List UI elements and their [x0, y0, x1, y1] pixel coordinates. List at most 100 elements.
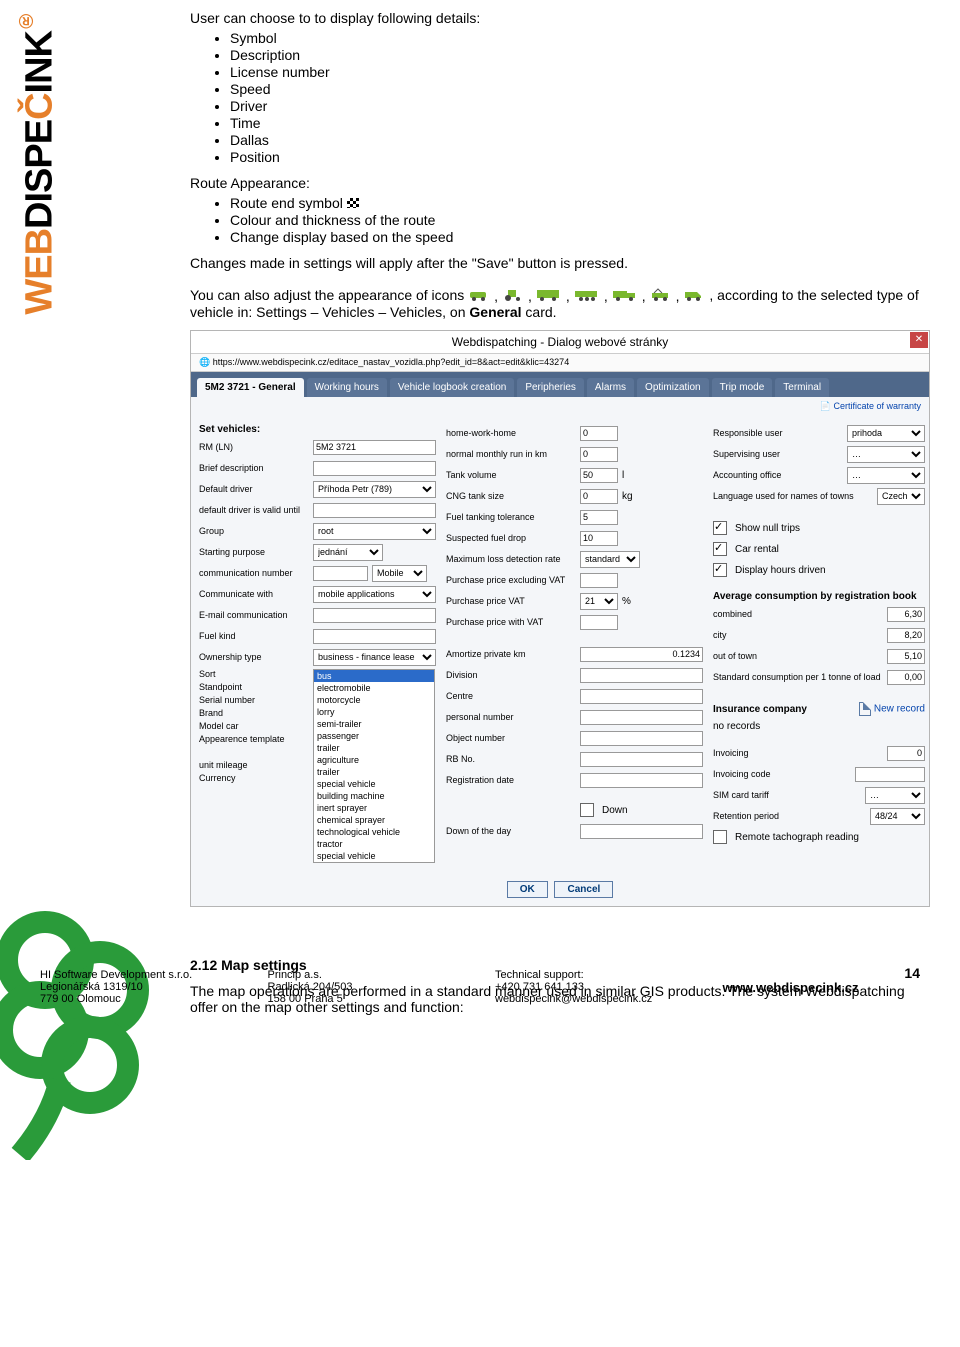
- list-item: Symbol: [230, 30, 930, 46]
- page-footer: HI Software Development s.r.o.Legionářsk…: [0, 969, 960, 1005]
- comm-number-input[interactable]: [313, 566, 368, 581]
- special-vehicle-icon: [650, 288, 672, 302]
- new-record-icon: [859, 702, 871, 716]
- sort-listbox[interactable]: bus electromobilemotorcycle lorrysemi-tr…: [313, 669, 435, 863]
- tab-trip-mode[interactable]: Trip mode: [712, 378, 773, 397]
- ok-button[interactable]: OK: [507, 881, 548, 898]
- dialog-buttons: OK Cancel: [191, 873, 929, 906]
- avg-city-input[interactable]: [887, 628, 925, 643]
- paragraph: Route Appearance:: [190, 175, 930, 191]
- ft-input[interactable]: [580, 510, 618, 525]
- object-num-input[interactable]: [580, 731, 703, 746]
- accounting-select[interactable]: …: [847, 467, 925, 484]
- tab-working-hours[interactable]: Working hours: [307, 378, 387, 397]
- list-item: Route end symbol: [230, 195, 930, 211]
- centre-input[interactable]: [580, 689, 703, 704]
- personal-num-input[interactable]: [580, 710, 703, 725]
- tab-alarms[interactable]: Alarms: [587, 378, 634, 397]
- resp-user-select[interactable]: prihoda: [847, 425, 925, 442]
- avg-out-input[interactable]: [887, 649, 925, 664]
- driver-valid-input[interactable]: [313, 503, 436, 518]
- insurance-header: Insurance company: [713, 704, 855, 715]
- group-select[interactable]: root: [313, 523, 436, 540]
- remote-tacho-checkbox[interactable]: [713, 830, 727, 844]
- hwh-input[interactable]: [580, 426, 618, 441]
- list-item: Position: [230, 149, 930, 165]
- list-item: Colour and thickness of the route: [230, 212, 930, 228]
- down-day-input[interactable]: [580, 824, 703, 839]
- down-checkbox[interactable]: [580, 803, 594, 817]
- ownership-select[interactable]: business - finance lease: [313, 649, 436, 666]
- cng-input[interactable]: [580, 489, 618, 504]
- certificate-link[interactable]: 📄 Certificate of warranty: [191, 397, 929, 414]
- nmr-input[interactable]: [580, 447, 618, 462]
- invoicing-input[interactable]: [887, 746, 925, 761]
- sf-input[interactable]: [580, 531, 618, 546]
- sim-tariff-select[interactable]: …: [865, 787, 925, 804]
- tab-general[interactable]: 5M2 3721 - General: [197, 378, 304, 397]
- car-icon: [468, 288, 490, 302]
- appearance-list: Route end symbol Colour and thickness of…: [190, 195, 930, 245]
- bus-icon: [536, 288, 562, 302]
- communicate-with-select[interactable]: mobile applications: [313, 586, 436, 603]
- fuel-kind-input[interactable]: [313, 629, 436, 644]
- division-input[interactable]: [580, 668, 703, 683]
- show-null-checkbox[interactable]: [713, 521, 727, 535]
- price-ex-vat-input[interactable]: [580, 573, 618, 588]
- brief-desc-input[interactable]: [313, 461, 436, 476]
- tab-logbook[interactable]: Vehicle logbook creation: [390, 378, 514, 397]
- url-bar: 🌐 https://www.webdispecink.cz/editace_na…: [191, 353, 929, 372]
- section-header: Set vehicles:: [199, 424, 436, 435]
- vehicle-icons-row: , , , , , ,: [468, 288, 705, 304]
- paragraph: User can choose to to display following …: [190, 10, 930, 26]
- close-icon[interactable]: ✕: [910, 332, 928, 348]
- hours-driven-checkbox[interactable]: [713, 563, 727, 577]
- email-input[interactable]: [313, 608, 436, 623]
- list-item: Dallas: [230, 132, 930, 148]
- default-driver-select[interactable]: Příhoda Petr (789): [313, 481, 436, 498]
- avg-combined-input[interactable]: [887, 607, 925, 622]
- cancel-button[interactable]: Cancel: [554, 881, 613, 898]
- car-rental-checkbox[interactable]: [713, 542, 727, 556]
- tab-optimization[interactable]: Optimization: [637, 378, 709, 397]
- language-select[interactable]: Czech: [877, 488, 925, 505]
- paragraph: Changes made in settings will apply afte…: [190, 255, 930, 271]
- list-item: Driver: [230, 98, 930, 114]
- list-item: Description: [230, 47, 930, 63]
- rm-input[interactable]: [313, 440, 436, 455]
- tab-bar: 5M2 3721 - General Working hours Vehicle…: [191, 372, 929, 397]
- footer-col-1: HI Software Development s.r.o.Legionářsk…: [40, 969, 238, 1005]
- list-item: Change display based on the speed: [230, 229, 930, 245]
- paragraph: You can also adjust the appearance of ic…: [190, 287, 930, 320]
- tab-peripheries[interactable]: Peripheries: [517, 378, 584, 397]
- price-with-vat-input[interactable]: [580, 615, 618, 630]
- list-item: Speed: [230, 81, 930, 97]
- reg-date-input[interactable]: [580, 773, 703, 788]
- van-icon: [683, 288, 705, 302]
- amortize-input[interactable]: [580, 647, 703, 662]
- new-record-link[interactable]: New record: [859, 702, 925, 716]
- document-content: User can choose to to display following …: [190, 0, 930, 1015]
- footer-col-3: Technical support:+420 731 641 133webdis…: [495, 969, 693, 1005]
- vat-select[interactable]: 21: [580, 593, 618, 610]
- super-user-select[interactable]: …: [847, 446, 925, 463]
- footer-col-2: Princip a.s.Radlická 204/503158 00 Praha…: [268, 969, 466, 1005]
- no-records-text: no records: [713, 721, 925, 732]
- avg-std-input[interactable]: [887, 670, 925, 685]
- footer-website: www.webdispecink.cz: [723, 980, 921, 995]
- max-loss-select[interactable]: standard: [580, 551, 640, 568]
- tank-vol-input[interactable]: [580, 468, 618, 483]
- list-item: Time: [230, 115, 930, 131]
- trailer-icon: [574, 288, 600, 302]
- starting-purpose-select[interactable]: jednání: [313, 544, 383, 561]
- comm-number-type-select[interactable]: Mobile: [372, 565, 427, 582]
- truck-icon: [612, 288, 638, 302]
- details-list: Symbol Description License number Speed …: [190, 30, 930, 165]
- rb-input[interactable]: [580, 752, 703, 767]
- brand-sidebar: WEBDISPEČINK®: [0, 0, 140, 1347]
- list-item: License number: [230, 64, 930, 80]
- retention-select[interactable]: 48/24: [870, 808, 925, 825]
- tab-terminal[interactable]: Terminal: [775, 378, 829, 397]
- avg-consumption-header: Average consumption by registration book: [713, 591, 925, 602]
- invoicing-code-input[interactable]: [855, 767, 925, 782]
